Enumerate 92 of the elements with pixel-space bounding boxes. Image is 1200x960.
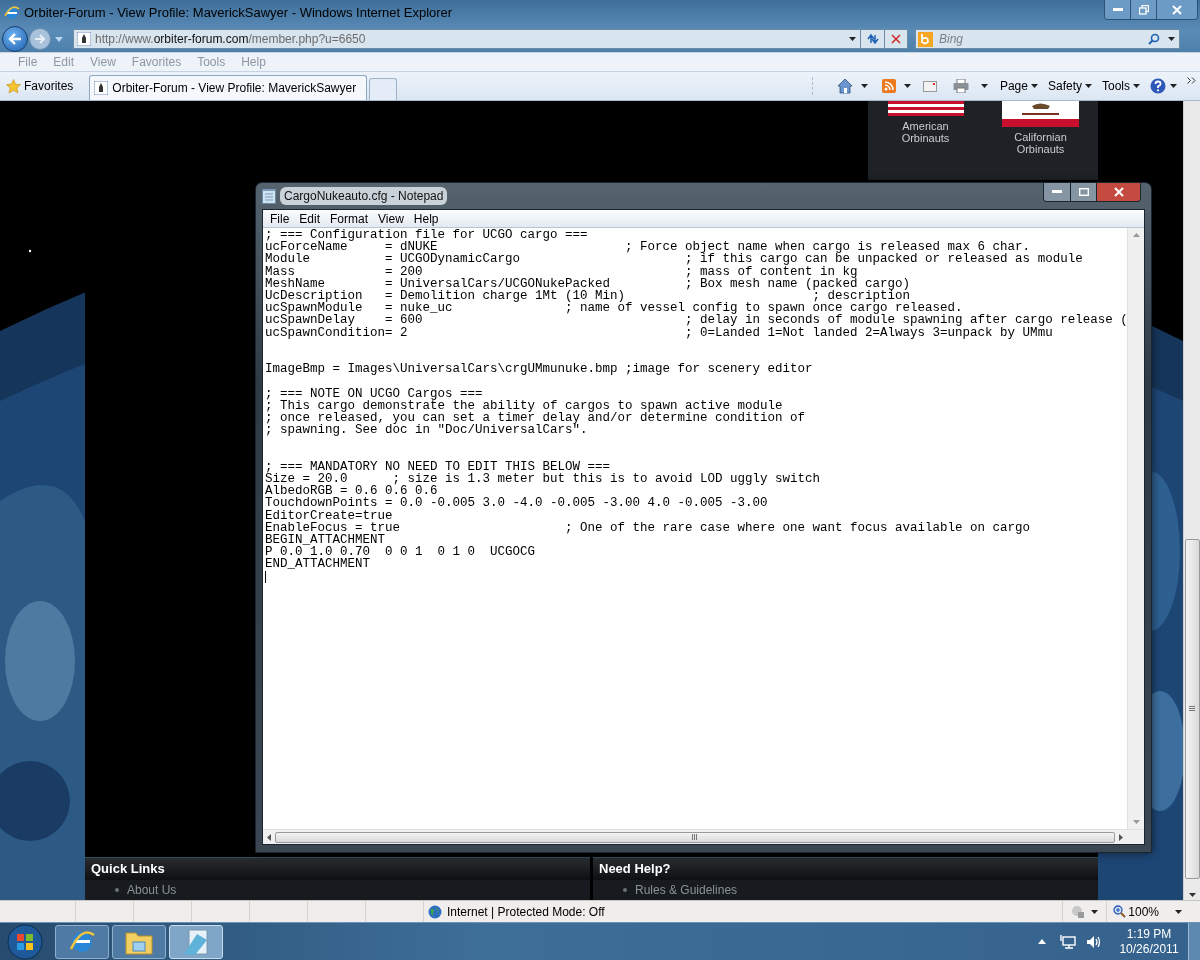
close-icon xyxy=(1113,187,1124,197)
window-title: Orbiter-Forum - View Profile: MaverickSawyer - Windows Internet Explorer xyxy=(24,4,453,23)
caret-icon[interactable] xyxy=(980,84,988,88)
globe-icon xyxy=(428,904,442,919)
group-label[interactable]: Californian Orbinauts xyxy=(1000,131,1081,155)
network-icon[interactable] xyxy=(1060,934,1076,949)
caret-icon[interactable] xyxy=(1091,909,1099,914)
caret-icon[interactable] xyxy=(903,84,911,88)
caret-icon[interactable] xyxy=(1170,84,1177,88)
scroll-thumb[interactable] xyxy=(275,831,1115,843)
url-text: http://www.orbiter-forum.com/member.php?u=6650 xyxy=(95,31,366,48)
taskbar-button[interactable] xyxy=(169,924,223,959)
address-field[interactable]: http://www.orbiter-forum.com/member.php?u=6650 xyxy=(73,29,861,49)
section-title: Quick Links xyxy=(91,860,165,879)
arrow-left-icon xyxy=(8,33,22,45)
refresh-button[interactable] xyxy=(861,29,885,49)
menu-item[interactable]: Help xyxy=(408,209,444,228)
window-title: CargoNukeauto.cfg - Notepad xyxy=(280,187,448,205)
minimize-button[interactable] xyxy=(1105,0,1131,19)
clock-date: 10/26/2011 xyxy=(1119,941,1179,957)
flag-icon xyxy=(1002,101,1079,127)
caret-icon xyxy=(1030,84,1038,88)
caret-icon[interactable] xyxy=(860,84,868,88)
arrow-down-icon[interactable] xyxy=(1188,893,1196,897)
toolbar-menu-button[interactable]: Safety xyxy=(1047,77,1092,95)
stop-button[interactable] xyxy=(885,29,908,49)
caret-icon[interactable] xyxy=(1168,37,1175,41)
toolbar-menu-button[interactable]: Tools xyxy=(1102,77,1140,95)
grip-icon xyxy=(1189,706,1195,712)
minimize-icon xyxy=(1112,7,1123,12)
zoom-icon[interactable] xyxy=(1113,905,1127,918)
file-content: ; === Configuration file for UCGO cargo === ucForceName = dNUKE ; Force object name when cargo is released max 6 char. Module = UCGODynamicCargo ; if this cargo can be unpacked or released as module Mass = 200 ; mass of content in kg MeshName = UniversalCars/UCGONukePacked ; Box mesh name (packed cargo) UcDescription = Demolition charge 1Mt (10 Min) ; description ucSpawnModule = nuke_uc ; name of vessel config to spawn once cargo released. ucSpawnDelay = 600 ; delay in seconds of module spawning after cargo release ( ucSpawnCondition= 2 ; 0=Landed 1=Not landed 2=Always 3=unpack by UMmu ImageBmp = Images\UniversalCars\crgUMmunuke.bmp ;image for scenery editor ; === NOTE ON UCGO Cargos === ; This cargo demonstrate the ability of cargos to spawn active module ; once released, you can set a timer delay and/or determine condition of ; spawning. See doc in "Doc/UniversalCars". ; === MANDATORY NO NEED TO EDIT THIS BELOW === Size = 20.0 ; size is 1.3 meter but this is to avoid LOD uggly switch AlbedoRGB = 0.6 0.6 0.6 TouchdownPoints = 0.0 -0.005 3.0 -4.0 -0.005 -3.00 4.0 -0.005 -3.00 EditorCreate=true EnableFocus = true ; One of the rare case where one want focus available on cargo BEGIN_ATTACHMENT P 0.0 1.0 0.70 0 0 1 0 1 0 UCGOCG END_ATTACHMENT xyxy=(265,229,1127,571)
arrow-left-icon[interactable] xyxy=(267,833,271,841)
printer-icon[interactable] xyxy=(952,79,969,93)
search-box[interactable]: Bing xyxy=(915,29,1180,49)
section-title: Need Help? xyxy=(599,860,671,879)
vertical-scrollbar[interactable] xyxy=(1183,101,1200,900)
restore-button[interactable] xyxy=(1131,0,1157,19)
search-field[interactable]: Bing xyxy=(939,30,1148,48)
speaker-icon[interactable] xyxy=(1086,934,1102,949)
group-label[interactable]: American Orbinauts xyxy=(885,120,966,144)
close-icon xyxy=(891,34,901,44)
bullet-icon xyxy=(623,888,627,892)
home-icon[interactable] xyxy=(836,78,853,94)
maximize-icon xyxy=(1078,188,1089,196)
minimize-button[interactable] xyxy=(1044,183,1071,201)
browser-tab[interactable]: Orbiter-Forum - View Profile: MaverickSawyer xyxy=(89,75,368,100)
close-button[interactable] xyxy=(1097,183,1140,201)
start-button[interactable] xyxy=(7,923,43,960)
close-icon xyxy=(1172,4,1182,15)
taskbar-button[interactable] xyxy=(112,924,166,959)
restore-icon xyxy=(1138,4,1149,15)
caret-icon[interactable] xyxy=(849,37,856,41)
minimize-icon xyxy=(1052,190,1062,194)
ie-logo-icon xyxy=(4,5,20,21)
mail-icon[interactable] xyxy=(922,80,937,92)
toolbar-menu-button[interactable]: Page xyxy=(999,77,1038,95)
help-icon[interactable] xyxy=(1150,78,1166,94)
scroll-thumb[interactable] xyxy=(1184,539,1200,879)
forward-button[interactable] xyxy=(29,28,51,50)
favorites-button[interactable]: Favorites xyxy=(6,77,74,95)
zoom-level[interactable]: 100% xyxy=(1128,902,1159,921)
rss-icon[interactable] xyxy=(881,79,896,93)
notepad-icon xyxy=(262,188,276,204)
arrow-right-icon xyxy=(34,34,46,44)
menu-item[interactable]: Format xyxy=(325,209,374,228)
chevron-icon[interactable] xyxy=(1187,77,1196,84)
bullet-icon xyxy=(115,888,119,892)
back-button[interactable] xyxy=(2,26,28,52)
arrow-right-icon[interactable] xyxy=(1119,833,1123,841)
security-zone-text: Internet | Protected Mode: Off xyxy=(447,903,605,921)
flag-icon xyxy=(887,101,964,116)
menu-item[interactable]: File xyxy=(265,209,295,228)
letter-b-icon xyxy=(918,31,933,47)
star-icon xyxy=(6,78,21,94)
caret-icon xyxy=(1085,84,1092,88)
maximize-button[interactable] xyxy=(1071,183,1097,201)
caret-icon xyxy=(1133,84,1140,88)
caret-icon[interactable] xyxy=(1175,909,1182,914)
taskbar-button[interactable] xyxy=(55,924,109,959)
arrow-up-icon[interactable] xyxy=(1038,939,1046,944)
clock[interactable]: 1:19 PM 10/26/2011 xyxy=(1114,926,1184,957)
link[interactable]: Rules & Guidelines xyxy=(635,883,738,897)
grip-icon xyxy=(692,834,698,840)
text-cursor xyxy=(265,570,266,583)
clock-time: 1:19 PM xyxy=(1126,926,1172,942)
notepad-icon xyxy=(183,927,209,956)
search-icon[interactable] xyxy=(1148,33,1160,45)
link[interactable]: About Us xyxy=(127,883,177,897)
menu-item[interactable]: Edit xyxy=(294,209,326,228)
menu-item[interactable]: View xyxy=(373,209,409,228)
refresh-icon xyxy=(865,33,880,45)
